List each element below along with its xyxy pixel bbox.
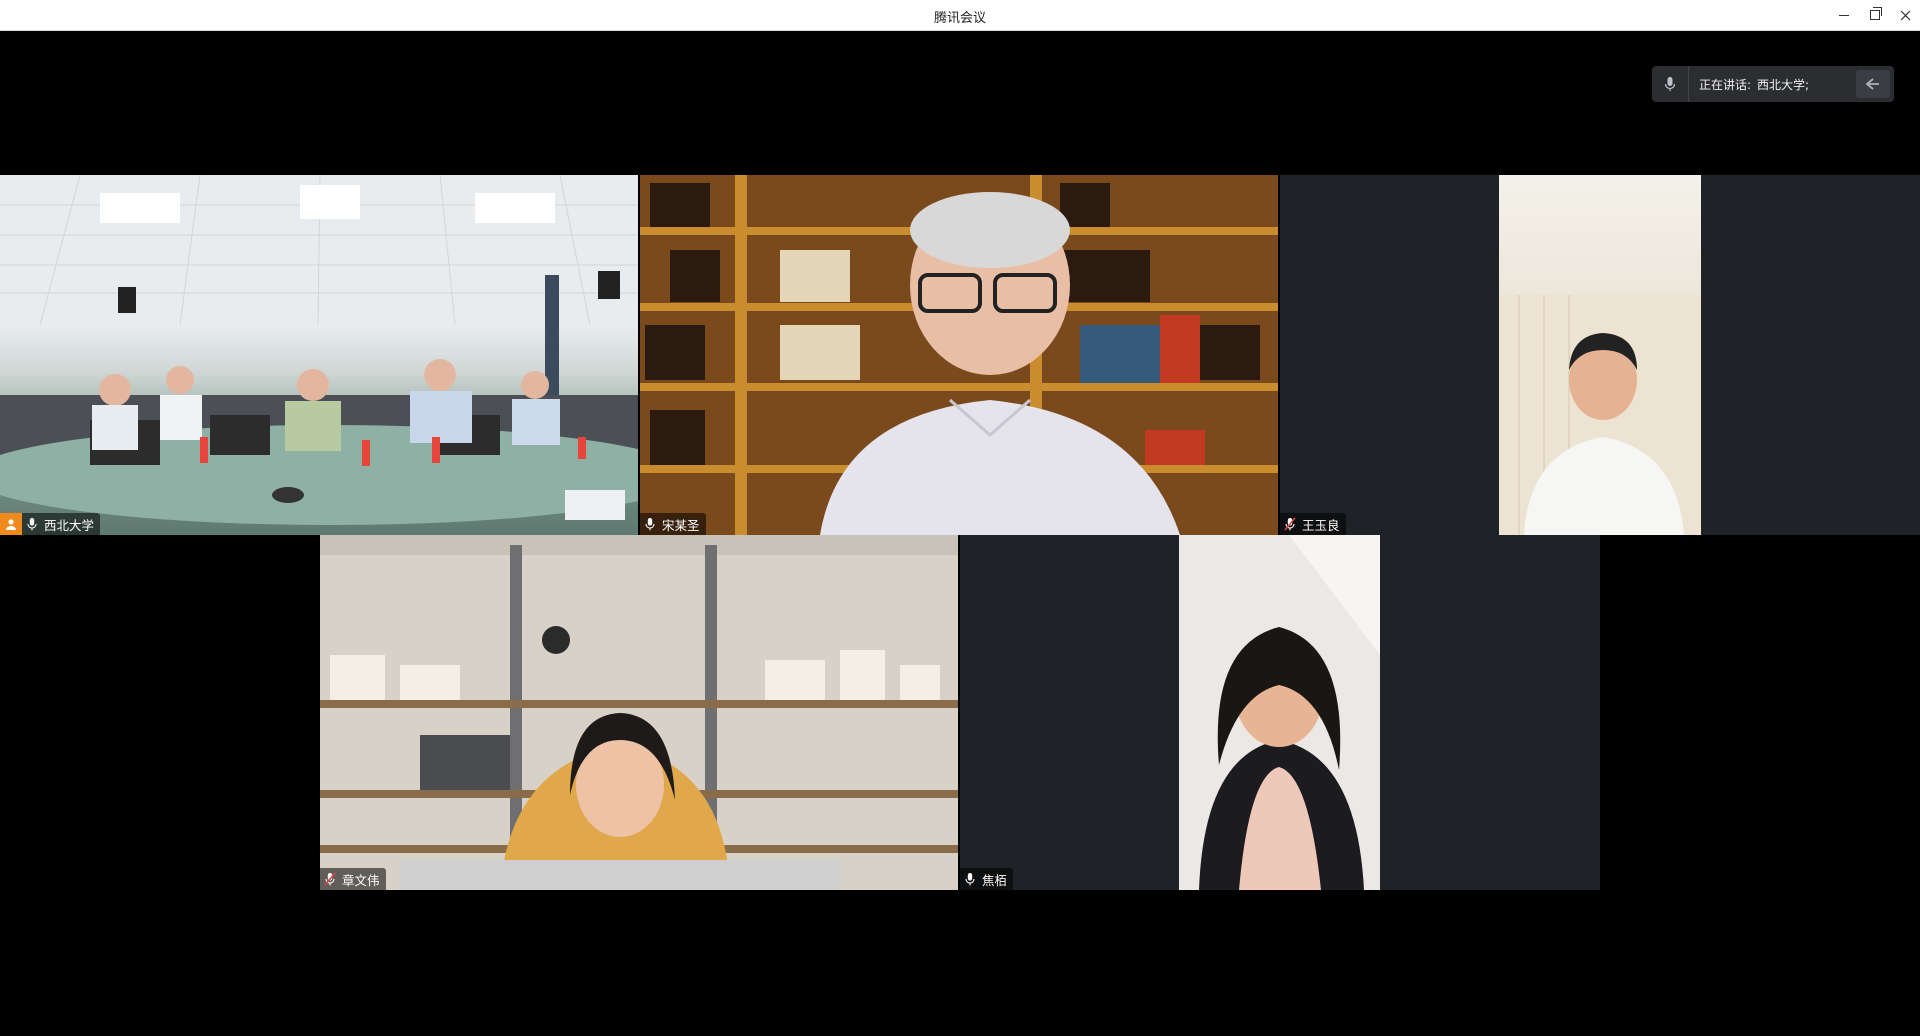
portrait-scene [1499, 295, 1701, 535]
participant-name: 王玉良 [1302, 517, 1340, 533]
video-feed [1499, 175, 1701, 535]
video-feed [640, 175, 1278, 535]
video-tile[interactable]: 章文伟 [320, 535, 958, 890]
speaker-mic-icon [1652, 66, 1689, 102]
participant-nametag: 章文伟 [320, 868, 386, 890]
mic-icon [960, 872, 980, 886]
participant-name: 焦栢 [982, 872, 1008, 888]
minimize-button[interactable] [1829, 0, 1859, 30]
speaking-label: 正在讲话: [1699, 77, 1752, 92]
video-feed [320, 535, 958, 890]
video-tile[interactable]: 西北大学 [0, 175, 638, 535]
conference-room-scene [0, 175, 638, 525]
video-tile[interactable]: 王玉良 [1280, 175, 1920, 535]
participant-name: 章文伟 [342, 872, 380, 888]
video-tile[interactable]: 宋某圣 [640, 175, 1278, 535]
mic-icon [22, 517, 42, 531]
mic-muted-icon [320, 872, 340, 886]
bookshelf-scene [640, 175, 1278, 535]
mic-icon [640, 517, 660, 531]
title-bar: 腾讯会议 [0, 0, 1920, 31]
window-title: 腾讯会议 [933, 11, 986, 26]
host-icon [0, 513, 22, 535]
collapse-icon [1865, 78, 1879, 90]
video-tile[interactable]: 焦栢 [960, 535, 1600, 890]
participant-nametag: 焦栢 [960, 868, 1014, 890]
speaking-name: 西北大学; [1757, 77, 1810, 92]
participant-nametag: 王玉良 [1280, 513, 1346, 535]
office-shelf-scene [320, 535, 958, 890]
restore-icon [1870, 7, 1882, 20]
participant-name: 宋某圣 [662, 517, 700, 533]
portrait-scene [1179, 535, 1380, 890]
video-feed [1179, 535, 1380, 890]
mic-muted-icon [1280, 517, 1300, 531]
close-button[interactable] [1890, 0, 1920, 30]
close-icon [1900, 10, 1910, 20]
participant-nametag: 宋某圣 [640, 513, 706, 535]
collapse-button[interactable] [1856, 70, 1890, 98]
participant-nametag: 西北大学 [0, 513, 101, 535]
restore-button[interactable] [1860, 0, 1890, 30]
minimize-icon [1839, 14, 1849, 16]
speaking-indicator: 正在讲话: 西北大学; [1652, 66, 1894, 102]
video-feed [0, 175, 638, 535]
participant-name: 西北大学 [44, 517, 95, 533]
